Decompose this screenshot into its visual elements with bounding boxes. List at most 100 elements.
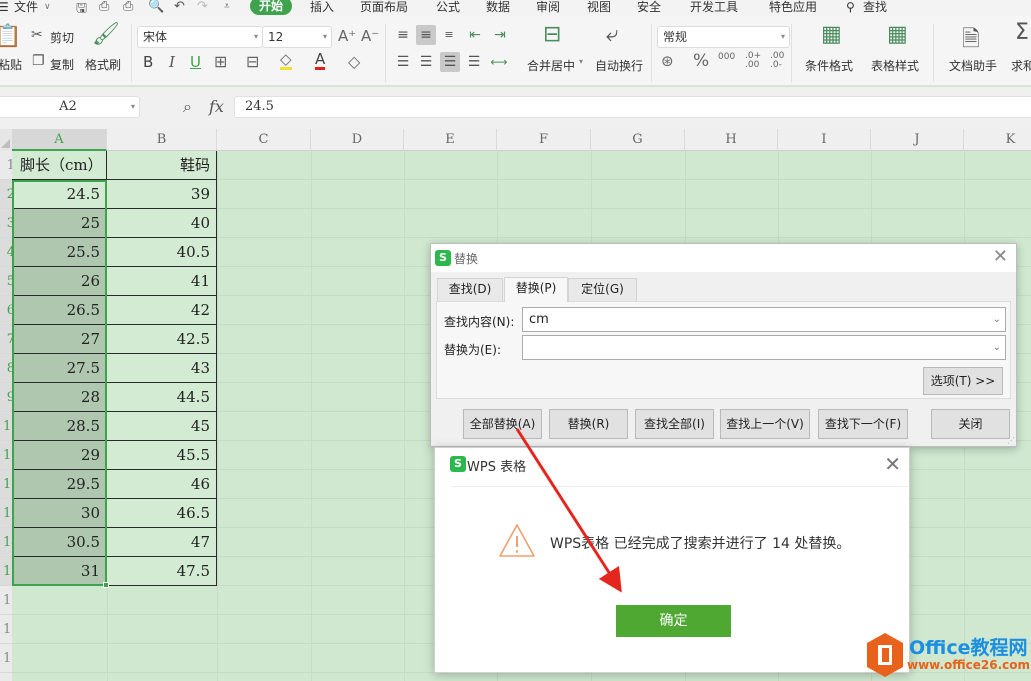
column-header-f[interactable]: F xyxy=(497,129,591,151)
fill-handle[interactable] xyxy=(103,582,109,588)
cell-a11[interactable]: 29 xyxy=(12,441,107,470)
cell-a8[interactable]: 27.5 xyxy=(12,354,107,383)
currency-icon[interactable]: ⊛ xyxy=(661,52,674,70)
paste-button[interactable]: 粘贴 xyxy=(0,56,22,73)
underline-button[interactable]: U xyxy=(190,53,201,71)
file-menu[interactable]: 文件 xyxy=(14,0,38,14)
font-size-select[interactable]: 12 ▾ xyxy=(262,26,332,48)
row-header-15[interactable]: 15 xyxy=(0,557,12,586)
doc-assistant-icon[interactable]: 🗎 xyxy=(962,22,980,60)
cell-b5[interactable]: 41 xyxy=(107,267,217,296)
row-header-8[interactable]: 8 xyxy=(0,354,12,383)
borders-icon[interactable]: ⊞ xyxy=(214,52,227,71)
row-header-13[interactable]: 13 xyxy=(0,499,12,528)
cell-a3[interactable]: 25 xyxy=(12,209,107,238)
undo-icon[interactable]: ↶ xyxy=(174,0,185,14)
column-header-d[interactable]: D xyxy=(311,129,404,151)
tab-home[interactable]: 开始 xyxy=(250,0,293,15)
font-color-icon[interactable]: A xyxy=(315,52,326,70)
replace-input[interactable]: ⌄ xyxy=(522,335,1006,360)
row-header-11[interactable]: 11 xyxy=(0,441,12,470)
name-box[interactable]: A2 ▾ xyxy=(0,96,140,118)
find-previous-button[interactable]: 查找上一个(V) xyxy=(720,409,810,439)
redo-icon[interactable]: ↷ xyxy=(197,0,208,14)
cell-a13[interactable]: 30 xyxy=(12,499,107,528)
row-header-2[interactable]: 2 xyxy=(0,180,12,209)
align-bottom-icon[interactable]: ≡ xyxy=(439,25,459,45)
zoom-preview-icon[interactable]: 🔍 xyxy=(148,0,164,14)
align-top-icon[interactable]: ≡ xyxy=(393,25,413,45)
tab-special-apps[interactable]: 特色应用 xyxy=(769,0,817,14)
cell-a7[interactable]: 27 xyxy=(12,325,107,354)
hamburger-menu-icon[interactable]: ☰ xyxy=(0,0,9,14)
table-style-button[interactable]: 表格样式 xyxy=(871,57,919,74)
tab-formulas[interactable]: 公式 xyxy=(436,0,460,14)
italic-button[interactable]: I xyxy=(169,53,175,71)
replace-all-button[interactable]: 全部替换(A) xyxy=(463,409,542,439)
chevron-down-icon[interactable]: ⌄ xyxy=(993,336,1001,359)
decrease-decimal-icon[interactable]: .00.0- xyxy=(770,52,784,70)
search-button[interactable]: 查找 xyxy=(863,0,887,14)
doc-assistant-button[interactable]: 文档助手 xyxy=(949,57,997,74)
tab-data[interactable]: 数据 xyxy=(486,0,510,14)
select-all-corner[interactable] xyxy=(0,129,12,151)
fill-color-icon[interactable]: ◇ xyxy=(280,52,292,70)
row-header-5[interactable]: 5 xyxy=(0,267,12,296)
cell-a4[interactable]: 25.5 xyxy=(12,238,107,267)
bold-button[interactable]: B xyxy=(143,53,153,71)
row-header-16[interactable]: 16 xyxy=(0,586,12,615)
ok-button[interactable]: 确定 xyxy=(616,605,731,637)
cell-a1[interactable]: 脚长（cm） xyxy=(12,151,107,180)
format-painter-button[interactable]: 格式刷 xyxy=(85,56,121,73)
cell-b6[interactable]: 42 xyxy=(107,296,217,325)
column-header-b[interactable]: B xyxy=(107,129,217,151)
row-header-3[interactable]: 3 xyxy=(0,209,12,238)
row-header-1[interactable]: 1 xyxy=(0,151,12,180)
row-header-18[interactable]: 18 xyxy=(0,644,12,673)
cut-button[interactable]: 剪切 xyxy=(50,29,74,46)
row-header-17[interactable]: 17 xyxy=(0,615,12,644)
copy-button[interactable]: 复制 xyxy=(50,56,74,73)
cell-b11[interactable]: 45.5 xyxy=(107,441,217,470)
increase-decimal-icon[interactable]: .0+ .00 xyxy=(745,52,761,70)
row-header-6[interactable]: 6 xyxy=(0,296,12,325)
column-header-j[interactable]: J xyxy=(871,129,964,151)
search-icon[interactable]: ⚲ xyxy=(846,0,855,14)
formula-input[interactable]: 24.5 xyxy=(234,96,1031,118)
cell-a6[interactable]: 26.5 xyxy=(12,296,107,325)
cell-b12[interactable]: 46 xyxy=(107,470,217,499)
close-icon[interactable]: ✕ xyxy=(884,452,901,476)
column-header-h[interactable]: H xyxy=(685,129,778,151)
tab-replace[interactable]: 替换(P) xyxy=(504,277,568,302)
justify-icon[interactable]: ☰ xyxy=(464,52,484,72)
cell-a15[interactable]: 31 xyxy=(12,557,107,586)
find-all-button[interactable]: 查找全部(I) xyxy=(635,409,714,439)
replace-button[interactable]: 替换(R) xyxy=(549,409,628,439)
resize-grip-icon[interactable]: ⋰ xyxy=(1007,436,1015,445)
tab-goto[interactable]: 定位(G) xyxy=(568,278,637,301)
tab-security[interactable]: 安全 xyxy=(637,0,661,14)
print-icon[interactable]: ⎙ xyxy=(123,0,133,14)
close-icon[interactable]: ✕ xyxy=(993,247,1008,267)
cell-a10[interactable]: 28.5 xyxy=(12,412,107,441)
cell-a12[interactable]: 29.5 xyxy=(12,470,107,499)
cell-b13[interactable]: 46.5 xyxy=(107,499,217,528)
chevron-down-icon[interactable]: ∨ xyxy=(44,0,51,14)
tab-review[interactable]: 审阅 xyxy=(536,0,560,14)
row-header-10[interactable]: 10 xyxy=(0,412,12,441)
tab-developer[interactable]: 开发工具 xyxy=(690,0,738,14)
row-header-14[interactable]: 14 xyxy=(0,528,12,557)
cell-b3[interactable]: 40 xyxy=(107,209,217,238)
decrease-font-icon[interactable]: A⁻ xyxy=(361,27,379,45)
align-middle-icon[interactable]: ≡ xyxy=(416,25,436,45)
close-button[interactable]: 关闭 xyxy=(931,409,1010,439)
find-next-button[interactable]: 查找下一个(F) xyxy=(818,409,908,439)
chevron-down-icon[interactable]: ⌄ xyxy=(993,308,1001,331)
conditional-format-button[interactable]: 条件格式 xyxy=(805,57,853,74)
font-name-select[interactable]: 宋体 ▾ xyxy=(137,26,263,48)
wrap-text-icon[interactable]: ⤶ xyxy=(606,22,618,47)
thousands-separator-icon[interactable]: 000 xyxy=(718,52,735,62)
tab-page-layout[interactable]: 页面布局 xyxy=(360,0,408,14)
percent-icon[interactable]: % xyxy=(693,51,709,71)
tab-insert[interactable]: 插入 xyxy=(310,0,334,14)
